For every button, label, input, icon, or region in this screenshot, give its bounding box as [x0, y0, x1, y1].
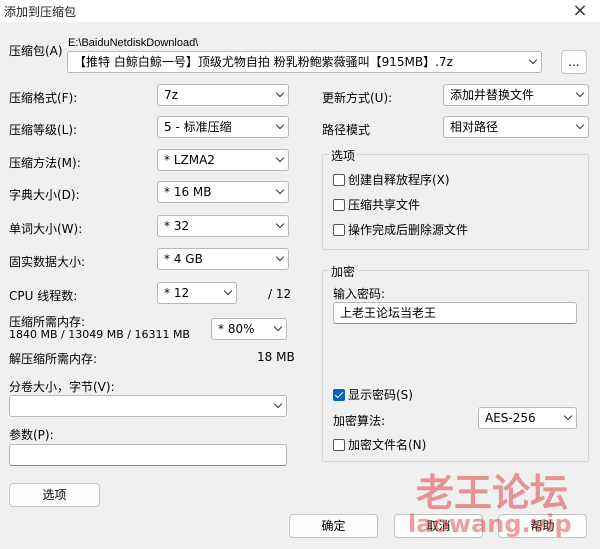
dict-label: 字典大小(D):: [9, 188, 80, 202]
params-input[interactable]: [9, 444, 287, 466]
dict-value: * 16 MB: [164, 185, 212, 199]
word-label: 单词大小(W):: [9, 222, 83, 236]
split-select[interactable]: [9, 395, 287, 417]
close-icon[interactable]: ×: [570, 0, 590, 21]
split-label: 分卷大小，字节(V):: [9, 380, 115, 394]
options-button[interactable]: 选项: [9, 483, 100, 507]
cpu-value: * 12: [164, 286, 190, 300]
ok-button[interactable]: 确定: [289, 514, 378, 538]
archive-label: 压缩包(A): [9, 44, 63, 58]
update-select[interactable]: 添加并替换文件: [443, 84, 589, 106]
cpu-label: CPU 线程数:: [9, 289, 78, 303]
options-group-title: 选项: [329, 147, 358, 164]
method-label: 压缩方法(M):: [9, 156, 81, 170]
chevron-down-icon: [276, 155, 284, 163]
chevron-down-icon: [576, 122, 584, 130]
method-select[interactable]: * LZMA2: [157, 149, 289, 171]
shared-option[interactable]: 压缩共享文件: [333, 196, 420, 213]
delete-label: 操作完成后删除源文件: [348, 223, 469, 237]
method-value: * LZMA2: [164, 153, 215, 167]
pathmode-select[interactable]: 相对路径: [443, 116, 589, 138]
level-value: 5 - 标准压缩: [164, 120, 232, 134]
cpu-total: / 12: [268, 287, 292, 301]
password-label: 输入密码:: [333, 287, 386, 301]
mem-select[interactable]: * 80%: [211, 318, 287, 340]
encrypt-names-option[interactable]: 加密文件名(N): [333, 436, 426, 453]
enc-method-value: AES-256: [485, 411, 536, 425]
sfx-option[interactable]: 创建自释放程序(X): [333, 171, 450, 188]
shared-checkbox[interactable]: [333, 198, 345, 211]
chevron-down-icon: [276, 254, 284, 262]
window-title: 添加到压缩包: [4, 5, 77, 19]
show-password-label: 显示密码(S): [348, 388, 413, 402]
chevron-down-icon: [276, 221, 284, 229]
chevron-down-icon: [276, 90, 284, 98]
decomp-value: 18 MB: [257, 350, 295, 364]
solid-label: 固实数据大小:: [9, 255, 86, 269]
enc-method-label: 加密算法:: [333, 414, 386, 428]
encryption-group-title: 加密: [329, 263, 358, 280]
format-select[interactable]: 7z: [157, 84, 289, 106]
chevron-down-icon: [276, 187, 284, 195]
browse-button[interactable]: ...: [561, 50, 587, 74]
pathmode-value: 相对路径: [450, 120, 499, 134]
params-label: 参数(P):: [9, 428, 54, 442]
password-input[interactable]: 上老王论坛当老王: [333, 302, 577, 324]
chevron-down-icon: [274, 324, 282, 332]
level-label: 压缩等级(L):: [9, 123, 78, 137]
sfx-checkbox[interactable]: [333, 173, 345, 186]
delete-checkbox[interactable]: [333, 223, 345, 236]
mem-value: * 80%: [218, 322, 255, 336]
archive-name-value: 【推特 白鲸白鲸一号】顶级尤物自拍 粉乳粉鲍紫薇骚叫【915MB】.7z: [74, 55, 453, 69]
format-label: 压缩格式(F):: [9, 91, 78, 105]
mem-detail: 1840 MB / 13049 MB / 16311 MB: [9, 328, 190, 341]
chevron-down-icon: [576, 90, 584, 98]
shared-label: 压缩共享文件: [348, 198, 421, 212]
word-value: * 32: [164, 219, 190, 233]
decomp-label: 解压缩所需内存:: [9, 352, 98, 366]
archive-name-combo[interactable]: 【推特 白鲸白鲸一号】顶级尤物自拍 粉乳粉鲍紫薇骚叫【915MB】.7z: [67, 51, 542, 73]
chevron-down-icon: [274, 401, 282, 409]
cpu-select[interactable]: * 12: [157, 282, 237, 304]
level-select[interactable]: 5 - 标准压缩: [157, 116, 289, 138]
show-password-checkbox[interactable]: [333, 388, 345, 401]
title-bar: [0, 0, 600, 22]
pathmode-label: 路径模式: [322, 123, 371, 137]
word-select[interactable]: * 32: [157, 215, 289, 237]
update-value: 添加并替换文件: [450, 88, 535, 102]
encrypt-names-label: 加密文件名(N): [348, 438, 427, 452]
sfx-label: 创建自释放程序(X): [348, 173, 450, 187]
enc-method-select[interactable]: AES-256: [478, 407, 577, 429]
chevron-down-icon: [276, 122, 284, 130]
solid-value: * 4 GB: [164, 252, 203, 266]
encrypt-names-checkbox[interactable]: [333, 438, 345, 451]
update-label: 更新方式(U):: [322, 91, 393, 105]
solid-select[interactable]: * 4 GB: [157, 248, 289, 270]
show-password-option[interactable]: 显示密码(S): [333, 386, 413, 403]
chevron-down-icon: [529, 57, 537, 65]
format-value: 7z: [164, 88, 178, 102]
watermark-logo: 老王论坛: [416, 471, 569, 515]
archive-path: E:\BaiduNetdiskDownload\: [68, 37, 199, 49]
chevron-down-icon: [564, 413, 572, 421]
dict-select[interactable]: * 16 MB: [157, 181, 289, 203]
delete-option[interactable]: 操作完成后删除源文件: [333, 221, 468, 238]
watermark-url: laowang.vip: [408, 510, 572, 538]
chevron-down-icon: [224, 288, 232, 296]
